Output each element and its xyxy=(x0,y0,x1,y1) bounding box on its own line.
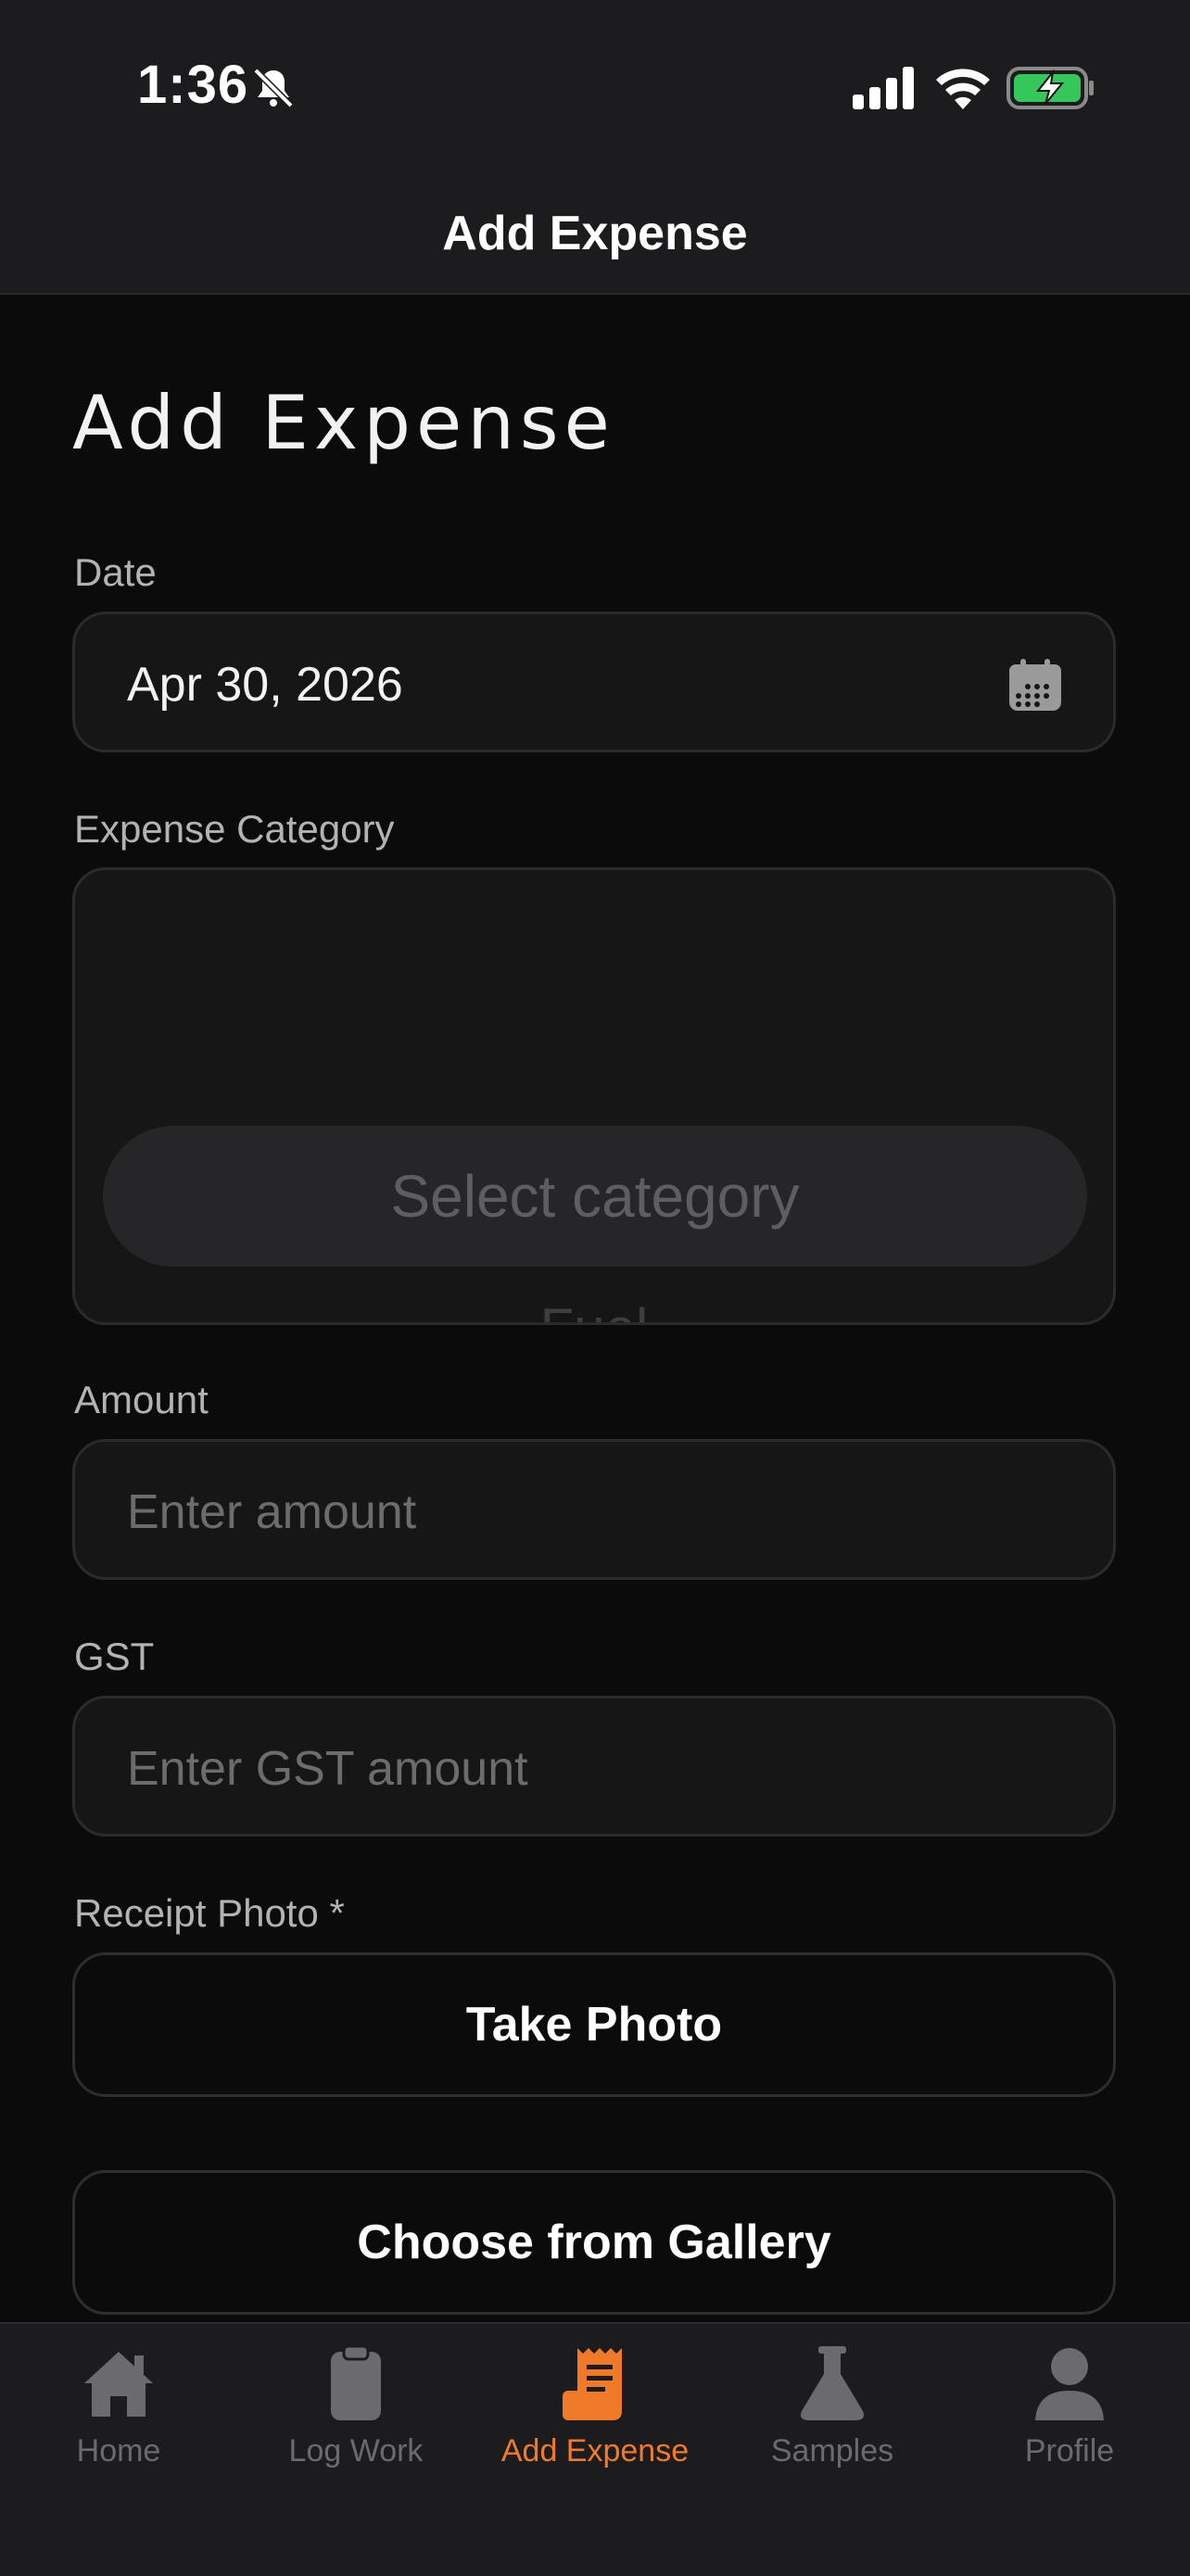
category-picker[interactable]: Select category Fuel xyxy=(72,867,1116,1325)
person-icon xyxy=(1035,2348,1104,2420)
tab-label: Home xyxy=(76,2433,161,2469)
date-field[interactable]: Apr 30, 2026 xyxy=(72,612,1116,752)
clipboard-icon xyxy=(331,2344,381,2420)
category-picker-selected[interactable]: Select category xyxy=(103,1126,1087,1267)
receipt-icon xyxy=(563,2348,622,2420)
bell-muted-icon xyxy=(253,68,294,108)
tab-label: Profile xyxy=(1024,2433,1115,2469)
tab-label: Log Work xyxy=(288,2433,424,2469)
category-label: Expense Category xyxy=(74,807,395,851)
nav-title: Add Expense xyxy=(442,207,748,260)
category-picker-next-option[interactable]: Fuel xyxy=(75,1296,1113,1322)
tab-label: Add Expense xyxy=(500,2433,690,2469)
date-label: Date xyxy=(74,550,157,594)
status-time: 1:36 xyxy=(137,55,249,115)
amount-label: Amount xyxy=(74,1378,209,1421)
flask-icon xyxy=(801,2346,864,2420)
tab-home[interactable]: Home xyxy=(0,2342,237,2469)
amount-field[interactable]: Enter amount xyxy=(72,1439,1116,1580)
tab-samples[interactable]: Samples xyxy=(714,2342,951,2469)
tab-label: Samples xyxy=(770,2433,894,2469)
tab-profile[interactable]: Profile xyxy=(951,2342,1188,2469)
gst-label: GST xyxy=(74,1635,155,1678)
tab-add-expense[interactable]: Add Expense xyxy=(476,2342,714,2469)
calendar-icon[interactable] xyxy=(1007,657,1063,713)
take-photo-button[interactable]: Take Photo xyxy=(72,1952,1116,2097)
cellular-signal-icon xyxy=(853,67,914,109)
tab-log-work[interactable]: Log Work xyxy=(237,2342,475,2469)
choose-from-gallery-button[interactable]: Choose from Gallery xyxy=(72,2170,1116,2315)
battery-charging-icon xyxy=(1006,67,1094,109)
date-value: Apr 30, 2026 xyxy=(127,658,403,712)
receipt-photo-label: Receipt Photo * xyxy=(74,1891,345,1935)
gst-placeholder: Enter GST amount xyxy=(127,1742,528,1796)
amount-placeholder: Enter amount xyxy=(127,1485,417,1539)
wifi-icon xyxy=(936,69,990,109)
gst-field[interactable]: Enter GST amount xyxy=(72,1696,1116,1837)
page-title: Add Expense xyxy=(72,380,615,466)
home-icon xyxy=(84,2352,153,2417)
